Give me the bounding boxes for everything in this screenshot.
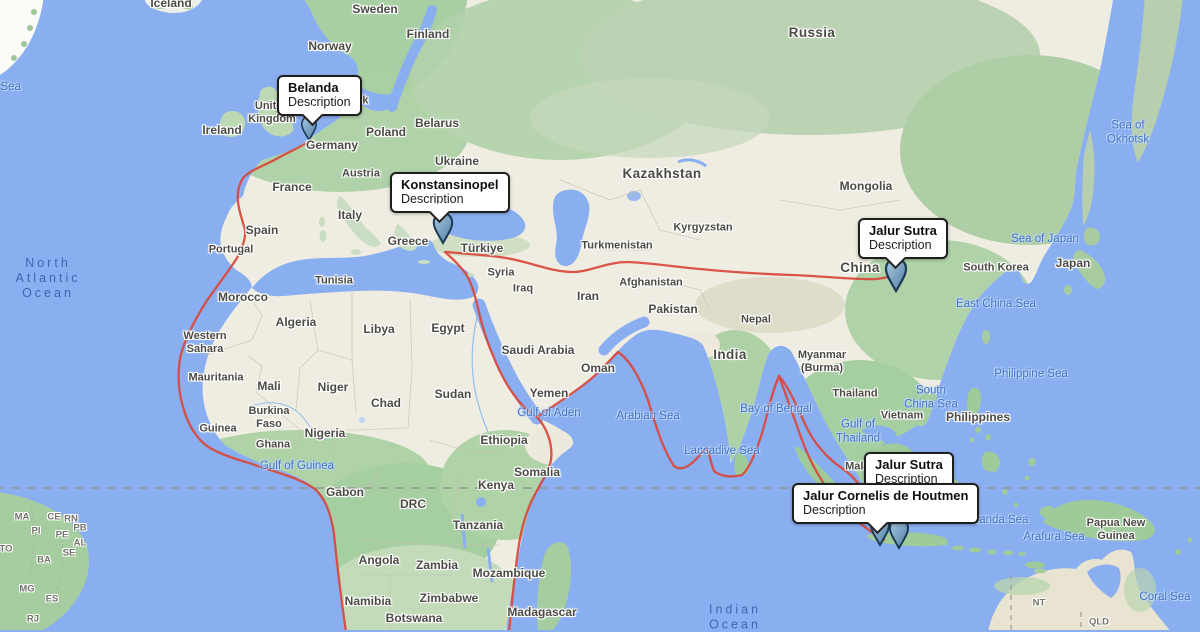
tooltip-belanda[interactable]: Belanda Description — [277, 75, 362, 116]
tooltip-description: Description — [869, 238, 937, 252]
tooltip-description: Description — [803, 503, 968, 517]
tooltip-jalur-cornelis-de-houtmen[interactable]: Jalur Cornelis de Houtmen Description — [792, 483, 979, 524]
tooltip-title: Jalur Sutra — [875, 457, 943, 472]
map-page: { "canvas": {"width": 1200, "height": 63… — [0, 0, 1200, 630]
map-canvas[interactable] — [0, 0, 1200, 630]
tooltip-title: Belanda — [288, 80, 351, 95]
tooltip-jalur-sutra-china[interactable]: Jalur Sutra Description — [858, 218, 948, 259]
tooltip-description: Description — [288, 95, 351, 109]
tooltip-description: Description — [401, 192, 499, 206]
tooltip-title: Jalur Sutra — [869, 223, 937, 238]
tooltip-title: Jalur Cornelis de Houtmen — [803, 488, 968, 503]
tooltip-title: Konstansinopel — [401, 177, 499, 192]
tooltip-konstansinopel[interactable]: Konstansinopel Description — [390, 172, 510, 213]
